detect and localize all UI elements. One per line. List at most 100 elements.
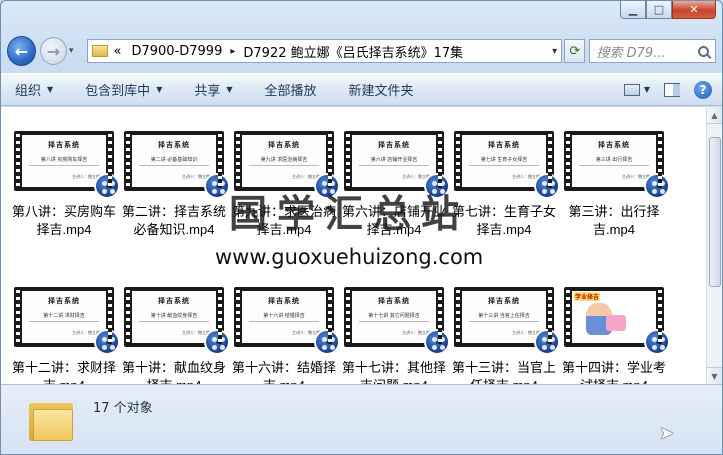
scroll-down-button[interactable]: ▼ xyxy=(707,367,722,384)
view-options-chevron-icon[interactable]: ▼ xyxy=(644,85,650,94)
watermark-chinese: 国学汇总站 xyxy=(229,191,470,236)
video-thumbnail: 择吉系统 第七讲 生育子女择吉 主讲人：鲍立娜 xyxy=(454,131,560,199)
chevron-down-icon: ▼ xyxy=(156,85,163,94)
file-item[interactable]: 择吉系统 第二讲 必备基础知识 主讲人：鲍立娜第二讲：择吉系统必备知识.mp4 xyxy=(119,131,230,239)
details-pane: 17 个对象 xyxy=(1,384,722,454)
preview-pane-icon[interactable] xyxy=(664,82,680,97)
vertical-scrollbar[interactable]: ▲ ▼ xyxy=(706,107,722,384)
item-count: 17 个对象 xyxy=(93,401,153,416)
slide-subtitle: 第十二讲 求财择吉 xyxy=(43,313,85,319)
file-item[interactable]: 择吉系统第十三讲 当官上任择吉主讲人：鲍立娜第十三讲：当官上任择吉.mp4 xyxy=(449,287,560,395)
video-thumbnail: 择吉系统 第十六讲 结婚择吉 主讲人：鲍立娜 xyxy=(234,287,340,355)
media-player-icon xyxy=(204,173,230,199)
breadcrumb-separator-icon[interactable]: ▸ xyxy=(230,46,235,57)
file-item[interactable]: 择吉系统第十六讲 结婚择吉主讲人：鲍立娜第十六讲：结婚择吉.mp4 xyxy=(229,287,340,395)
search-box[interactable]: 搜索 D79... xyxy=(589,39,717,63)
maximize-button[interactable]: □ xyxy=(646,1,672,19)
play-all-button[interactable]: 全部播放 xyxy=(265,80,317,99)
address-dropdown-icon[interactable]: ▾ xyxy=(552,46,557,57)
address-bar[interactable]: « D7900-D7999 ▸ D7922 鲍立娜《吕氏择吉系统》17集 ▾ xyxy=(86,39,563,63)
help-icon[interactable]: ? xyxy=(694,80,712,99)
title-slide: 择吉系统 第七讲 生育子女择吉 主讲人：鲍立娜 xyxy=(462,135,546,187)
play-all-label: 全部播放 xyxy=(264,84,317,99)
toolbar-right: ▼ ? xyxy=(623,80,712,99)
scroll-up-button[interactable]: ▲ xyxy=(707,107,722,124)
media-player-icon xyxy=(94,329,120,355)
large-folder-icon xyxy=(29,399,73,441)
media-player-icon xyxy=(424,329,450,355)
title-slide: 择吉系统 第六讲 店铺开业择吉 主讲人：鲍立娜 xyxy=(352,135,436,187)
media-player-icon xyxy=(314,329,340,355)
video-thumbnail: 择吉系统 第九讲 求医治病择吉 主讲人：鲍立娜 xyxy=(234,131,340,199)
scroll-thumb[interactable] xyxy=(709,137,721,287)
title-slide: 择吉系统 第九讲 求医治病择吉 主讲人：鲍立娜 xyxy=(242,135,326,187)
explorer-window: ▁ □ ✕ ← → ▾ « D7900-D7999 ▸ D7922 鲍立娜《吕氏… xyxy=(0,0,723,455)
breadcrumb-overflow[interactable]: « xyxy=(114,44,122,59)
media-player-icon xyxy=(94,173,120,199)
include-label: 包含到库中 xyxy=(85,84,151,99)
slide-title: 择吉系统 xyxy=(488,140,520,149)
file-item[interactable]: 择吉系统 第三讲 出行择吉 主讲人：鲍立娜第三讲：出行择吉.mp4 xyxy=(559,131,670,239)
refresh-button[interactable]: ⟳ xyxy=(564,39,586,63)
new-folder-button[interactable]: 新建文件夹 xyxy=(349,80,414,99)
watermark-url: www.guoxuehuizong.com xyxy=(215,245,484,269)
slide-subtitle: 第三讲 出行择吉 xyxy=(595,157,633,163)
title-slide: 择吉系统 第八讲 买房购车择吉 主讲人：鲍立娜 xyxy=(22,135,106,187)
chevron-down-icon: ▼ xyxy=(47,85,54,94)
title-slide: 择吉系统 第十六讲 结婚择吉 主讲人：鲍立娜 xyxy=(242,291,326,343)
slide-title: 择吉系统 xyxy=(48,140,80,149)
file-item[interactable]: 择吉系统第十讲 献血纹身择吉主讲人：鲍立娜第十讲：献血纹身择吉.mp4 xyxy=(119,287,230,395)
new-folder-label: 新建文件夹 xyxy=(348,84,414,99)
video-thumbnail: 择吉系统 第十讲 献血纹身择吉 主讲人：鲍立娜 xyxy=(124,287,230,355)
include-in-library-menu[interactable]: 包含到库中 ▼ xyxy=(85,80,162,99)
video-thumbnail: 择吉系统 第二讲 必备基础知识 主讲人：鲍立娜 xyxy=(124,131,230,199)
slide-title: 择吉系统 xyxy=(48,296,80,305)
title-slide: 择吉系统 第十二讲 求财择吉 主讲人：鲍立娜 xyxy=(22,291,106,343)
minimize-button[interactable]: ▁ xyxy=(620,1,646,19)
slide-subtitle: 第八讲 买房购车择吉 xyxy=(40,157,88,163)
slide-subtitle: 第十七讲 其它问题择吉 xyxy=(368,313,420,319)
slide-subtitle: 第十讲 献血纹身择吉 xyxy=(150,313,198,319)
recent-pages-dropdown[interactable]: ▾ xyxy=(69,46,81,56)
change-view-icon[interactable] xyxy=(623,83,640,96)
title-slide: 择吉系统 第十讲 献血纹身择吉 主讲人：鲍立娜 xyxy=(132,291,216,343)
title-slide: 择吉系统 第十七讲 其它问题择吉 主讲人：鲍立娜 xyxy=(352,291,436,343)
forward-button[interactable]: → xyxy=(39,37,67,65)
organize-menu[interactable]: 组织 ▼ xyxy=(15,80,53,99)
folder-icon xyxy=(91,45,108,57)
title-slide: 择吉系统 第二讲 必备基础知识 主讲人：鲍立娜 xyxy=(132,135,216,187)
media-player-icon xyxy=(534,329,560,355)
back-arrow-icon: ← xyxy=(14,41,29,61)
file-name: 第二讲：择吉系统必备知识.mp4 xyxy=(121,204,226,237)
file-item[interactable]: 择吉系统第十二讲 求财择吉主讲人：鲍立娜第十二讲：求财择吉.mp4 xyxy=(9,287,120,395)
video-thumbnail: 择吉系统 第十二讲 求财择吉 主讲人：鲍立娜 xyxy=(14,287,120,355)
slide-subtitle: 第十六讲 结婚择吉 xyxy=(263,313,305,319)
file-item[interactable]: 择吉系统 第八讲 买房购车择吉 主讲人：鲍立娜 第八讲：买房购车择吉.mp4 xyxy=(9,131,120,239)
file-item[interactable]: 择吉系统第十七讲 其它问题择吉主讲人：鲍立娜第十七讲：其他择吉问题.mp4 xyxy=(339,287,450,395)
file-item[interactable]: 学业择吉第十四讲：学业考试择吉.mp4 xyxy=(559,287,670,395)
close-button[interactable]: ✕ xyxy=(672,1,716,19)
title-slide: 择吉系统 第三讲 出行择吉 主讲人：鲍立娜 xyxy=(572,135,656,187)
breadcrumb-item-current[interactable]: D7922 鲍立娜《吕氏择吉系统》17集 xyxy=(243,42,463,61)
file-name: 第三讲：出行择吉.mp4 xyxy=(568,204,660,237)
slide-subtitle: 第九讲 求医治病择吉 xyxy=(260,157,308,163)
back-button[interactable]: ← xyxy=(7,36,36,66)
forward-arrow-icon: → xyxy=(46,41,61,61)
breadcrumb-item-parent[interactable]: D7900-D7999 xyxy=(131,44,222,59)
video-thumbnail: 学业择吉 xyxy=(564,287,670,355)
chevron-down-icon: ▼ xyxy=(226,85,233,94)
command-bar: 组织 ▼ 包含到库中 ▼ 共享 ▼ 全部播放 新建文件夹 ▼ ? xyxy=(1,73,722,106)
slide-subtitle: 第七讲 生育子女择吉 xyxy=(480,157,528,163)
video-thumbnail: 择吉系统 第三讲 出行择吉 主讲人：鲍立娜 xyxy=(564,131,670,199)
share-menu[interactable]: 共享 ▼ xyxy=(194,80,232,99)
search-input[interactable]: 搜索 D79... xyxy=(596,42,698,61)
refresh-icon: ⟳ xyxy=(569,43,581,59)
share-label: 共享 xyxy=(194,84,221,99)
organize-label: 组织 xyxy=(15,84,42,99)
video-thumbnail: 择吉系统 第八讲 买房购车择吉 主讲人：鲍立娜 xyxy=(14,131,120,199)
slide-title: 择吉系统 xyxy=(488,296,520,305)
search-icon[interactable] xyxy=(698,45,710,57)
slide-subtitle: 第二讲 必备基础知识 xyxy=(150,157,198,163)
slide-title: 择吉系统 xyxy=(158,296,190,305)
slide-subtitle: 第十三讲 当官上任择吉 xyxy=(478,313,530,319)
